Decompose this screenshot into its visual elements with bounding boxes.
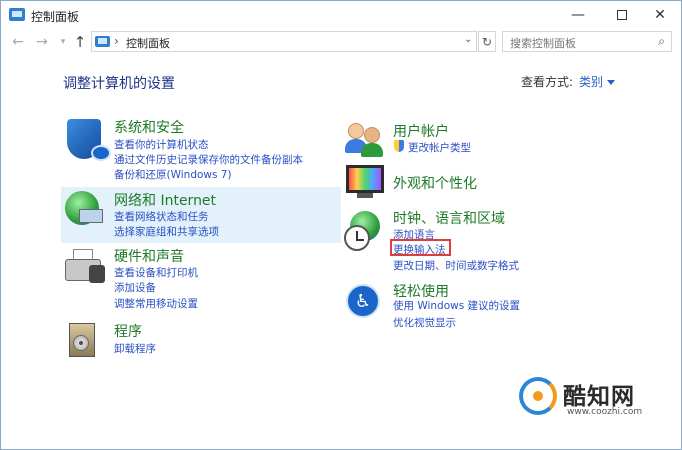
maximize-icon <box>617 10 627 20</box>
view-by-label: 查看方式: <box>521 75 574 89</box>
breadcrumb-separator: › <box>114 34 119 48</box>
link-recommended-settings[interactable]: 使用 Windows 建议的设置 <box>393 298 520 313</box>
watermark-brand: 酷知网 <box>563 384 635 410</box>
search-input[interactable]: 搜索控制面板 ⌕ <box>502 31 672 52</box>
category-title-clock[interactable]: 时钟、语言和区域 <box>393 208 505 228</box>
category-title-appearance[interactable]: 外观和个性化 <box>393 173 477 193</box>
window-title: 控制面板 <box>31 10 80 24</box>
link-optimize-display[interactable]: 优化视觉显示 <box>393 315 456 330</box>
category-title-network[interactable]: 网络和 Internet <box>114 190 216 210</box>
control-panel-window: 控制面板 — ✕ ← → ▾ ↑ › 控制面板 ⌄ ↻ 搜索控制面板 ⌕ 调整计… <box>0 0 682 450</box>
link-file-history-backup[interactable]: 通过文件历史记录保存你的文件备份副本 <box>114 152 303 167</box>
annotation-highlight-box <box>390 239 451 256</box>
watermark-url: www.coozhi.com <box>567 407 643 417</box>
back-button[interactable]: ← <box>9 33 27 51</box>
chevron-down-icon[interactable] <box>607 80 616 85</box>
refresh-button[interactable]: ↻ <box>478 31 496 52</box>
link-network-status[interactable]: 查看网络状态和任务 <box>114 209 209 224</box>
address-bar[interactable]: › 控制面板 ⌄ <box>91 31 477 52</box>
category-title-security[interactable]: 系统和安全 <box>114 117 184 137</box>
address-dropdown-button[interactable]: ⌄ <box>464 34 472 45</box>
up-button[interactable]: ↑ <box>71 33 89 51</box>
link-homegroup-sharing[interactable]: 选择家庭组和共享选项 <box>114 224 219 239</box>
search-icon[interactable]: ⌕ <box>658 34 665 49</box>
uac-shield-icon <box>394 140 404 152</box>
link-mobility-settings[interactable]: 调整常用移动设置 <box>114 296 198 311</box>
control-panel-icon <box>9 8 25 21</box>
breadcrumb-control-panel[interactable]: 控制面板 <box>126 35 170 51</box>
page-title: 调整计算机的设置 <box>63 76 175 92</box>
minimize-button[interactable]: — <box>561 1 595 29</box>
view-by: 查看方式: 类别 <box>521 73 616 90</box>
close-button[interactable]: ✕ <box>643 1 677 29</box>
link-backup-restore[interactable]: 备份和还原(Windows 7) <box>114 167 232 182</box>
category-title-hardware[interactable]: 硬件和声音 <box>114 246 184 266</box>
link-devices-printers[interactable]: 查看设备和打印机 <box>114 265 198 280</box>
control-panel-icon <box>95 36 110 47</box>
link-add-device[interactable]: 添加设备 <box>114 280 156 295</box>
maximize-button[interactable] <box>605 1 639 29</box>
search-placeholder: 搜索控制面板 <box>510 37 576 50</box>
category-title-programs[interactable]: 程序 <box>114 321 142 341</box>
recent-locations-button[interactable]: ▾ <box>54 33 72 51</box>
ease-of-access-icon[interactable]: ♿ <box>346 284 380 318</box>
link-view-computer-status[interactable]: 查看你的计算机状态 <box>114 137 209 152</box>
forward-button[interactable]: → <box>33 33 51 51</box>
link-change-account-type[interactable]: 更改帐户类型 <box>408 140 471 155</box>
address-bar-row: ← → ▾ ↑ › 控制面板 ⌄ ↻ 搜索控制面板 ⌕ <box>1 29 681 55</box>
link-change-date-time-format[interactable]: 更改日期、时间或数字格式 <box>393 258 519 273</box>
coozhi-logo-icon <box>519 377 557 415</box>
category-title-accounts[interactable]: 用户帐户 <box>393 121 449 141</box>
view-by-dropdown[interactable]: 类别 <box>579 75 603 89</box>
link-uninstall-program[interactable]: 卸载程序 <box>114 341 156 356</box>
title-bar: 控制面板 — ✕ <box>1 1 681 29</box>
